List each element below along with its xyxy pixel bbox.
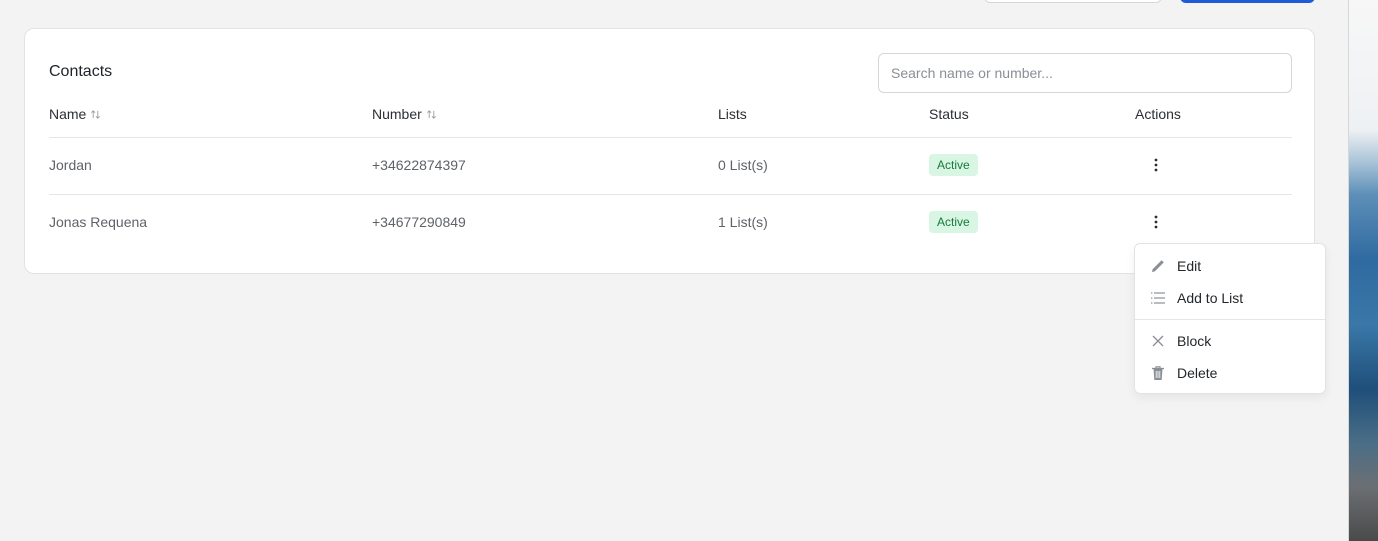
contact-name: Jonas Requena bbox=[49, 214, 148, 230]
more-vertical-icon bbox=[1154, 215, 1158, 229]
top-primary-button[interactable] bbox=[1180, 0, 1315, 3]
menu-item-delete[interactable]: Delete bbox=[1135, 358, 1325, 388]
menu-divider bbox=[1135, 319, 1325, 320]
divider bbox=[49, 137, 1292, 138]
desktop-wallpaper bbox=[1348, 0, 1378, 541]
column-header-lists: Lists bbox=[718, 106, 747, 122]
column-header-name[interactable]: Name bbox=[49, 106, 101, 122]
menu-item-label: Add to List bbox=[1177, 290, 1244, 306]
column-header-label: Name bbox=[49, 106, 87, 122]
divider bbox=[49, 194, 1292, 195]
more-vertical-icon bbox=[1154, 158, 1158, 172]
column-header-label: Lists bbox=[718, 106, 747, 122]
menu-item-label: Block bbox=[1177, 333, 1212, 349]
row-actions-menu: Edit Add to List Block Delete bbox=[1134, 243, 1326, 394]
status-badge: Active bbox=[929, 154, 978, 176]
column-header-label: Actions bbox=[1135, 106, 1181, 122]
contact-number: +34677290849 bbox=[372, 214, 466, 230]
menu-item-edit[interactable]: Edit bbox=[1135, 251, 1325, 281]
contacts-card: Contacts Name Number Lists Status Action… bbox=[24, 28, 1315, 274]
row-actions-button[interactable] bbox=[1146, 155, 1166, 175]
list-icon bbox=[1149, 289, 1167, 307]
sort-icon bbox=[426, 109, 436, 119]
column-header-label: Number bbox=[372, 106, 422, 122]
pencil-icon bbox=[1149, 257, 1167, 275]
menu-item-label: Delete bbox=[1177, 365, 1218, 381]
close-icon bbox=[1149, 332, 1167, 350]
trash-icon bbox=[1149, 364, 1167, 382]
contact-number: +34622874397 bbox=[372, 157, 466, 173]
column-header-actions: Actions bbox=[1135, 106, 1181, 122]
sort-icon bbox=[91, 109, 101, 119]
page: Contacts Name Number Lists Status Action… bbox=[0, 0, 1378, 541]
menu-item-label: Edit bbox=[1177, 258, 1202, 274]
menu-item-block[interactable]: Block bbox=[1135, 326, 1325, 356]
row-actions-button[interactable] bbox=[1146, 212, 1166, 232]
status-badge: Active bbox=[929, 211, 978, 233]
card-title: Contacts bbox=[49, 63, 113, 80]
search-input[interactable] bbox=[878, 53, 1292, 93]
contact-name: Jordan bbox=[49, 157, 92, 173]
contact-lists: 0 List(s) bbox=[718, 157, 768, 173]
column-header-status: Status bbox=[929, 106, 969, 122]
contact-lists: 1 List(s) bbox=[718, 214, 768, 230]
column-header-number[interactable]: Number bbox=[372, 106, 437, 122]
column-header-label: Status bbox=[929, 106, 969, 122]
menu-item-add-to-list[interactable]: Add to List bbox=[1135, 283, 1325, 313]
top-secondary-button[interactable] bbox=[984, 0, 1162, 3]
